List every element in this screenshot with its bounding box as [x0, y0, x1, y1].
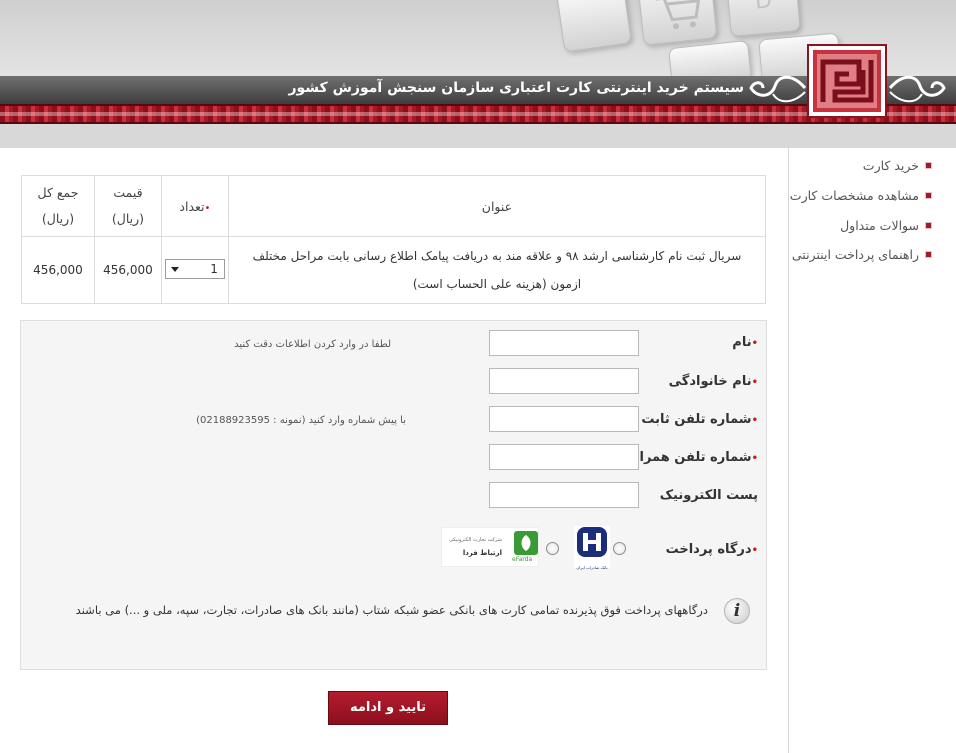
efarda-name-text: ارتباط فردا	[462, 549, 502, 557]
phone-label: •شماره تلفن ثابت	[641, 412, 758, 427]
key-letter: D	[753, 0, 774, 15]
site-title: سیستم خرید اینترنتی کارت اعتباری سازمان …	[288, 80, 744, 96]
efarda-leaf-icon	[514, 531, 538, 555]
bullet-icon	[925, 251, 932, 258]
gateway-saderat-radio[interactable]	[613, 542, 626, 555]
required-marker: •	[751, 545, 758, 556]
main-content: عنوان •تعداد قیمت (ریال) جمع کل (ریال) سری…	[0, 148, 788, 753]
required-marker: •	[751, 415, 758, 426]
sidebar-item-label: خرید کارت	[862, 158, 919, 173]
bullet-icon	[925, 192, 932, 199]
first-name-input[interactable]	[489, 330, 639, 356]
quantity-cell: 1	[160, 236, 229, 304]
bullet-icon	[925, 222, 932, 229]
price-cell: 456,000	[93, 236, 162, 304]
header-title: عنوان	[227, 175, 767, 237]
saderat-caption: بانک صادرات ایران	[576, 565, 608, 570]
email-input[interactable]	[489, 482, 639, 508]
sidebar-item-buy-card[interactable]: خرید کارت	[863, 158, 932, 173]
required-marker: •	[751, 377, 758, 388]
phone-hint: با پیش شماره وارد کنید (نمونه : 02188923…	[196, 415, 406, 426]
gateway-info-text: درگاههای پرداخت فوق پذیرنده تمامی کارت ه…	[75, 603, 708, 617]
first-name-label: •نام	[732, 335, 758, 350]
table-header-row: عنوان •تعداد قیمت (ریال) جمع کل (ریال)	[21, 175, 767, 237]
saderat-logo-icon	[577, 527, 607, 557]
confirm-continue-button[interactable]: تایید و ادامه	[328, 691, 448, 725]
sanjesh-logo-icon	[807, 44, 887, 118]
bullet-icon	[925, 162, 932, 169]
mobile-label: •شماره تلفن همراه	[631, 450, 758, 465]
first-name-hint: لطفا در وارد کردن اطلاعات دقت کنید	[234, 339, 391, 350]
quantity-select[interactable]: 1	[164, 258, 225, 279]
page-header: D سیستم خرید اینترنتی کارت اعتباری سازما…	[0, 0, 956, 148]
header-quantity: •تعداد	[160, 175, 229, 237]
phone-input[interactable]	[489, 406, 639, 432]
required-marker: •	[751, 338, 758, 349]
table-row: سریال ثبت نام کارشناسی ارشد ۹۸ و علاقه م…	[21, 236, 767, 304]
shopping-cart-icon	[655, 0, 701, 30]
sidebar: خرید کارت مشاهده مشخصات کارت سوالات متدا…	[788, 148, 956, 753]
last-name-label: •نام خانوادگی	[668, 374, 758, 389]
items-table: عنوان •تعداد قیمت (ریال) جمع کل (ریال) سری…	[21, 175, 767, 304]
chevron-down-icon	[170, 266, 179, 272]
required-marker: •	[751, 453, 758, 464]
efarda-caption: eFarda	[512, 556, 533, 563]
sidebar-item-faq[interactable]: سوالات متداول	[840, 218, 932, 233]
item-title: سریال ثبت نام کارشناسی ارشد ۹۸ و علاقه م…	[227, 236, 767, 304]
ornament-right-icon	[888, 75, 946, 103]
ornament-left-icon	[749, 75, 807, 103]
sidebar-item-view-card[interactable]: مشاهده مشخصات کارت	[790, 188, 932, 203]
sidebar-item-label: سوالات متداول	[840, 218, 919, 233]
info-icon: i	[724, 598, 750, 624]
efarda-logo: eFarda شرکت تجارت الکترونیکی ارتباط فردا	[441, 527, 539, 567]
gateway-efarda-radio[interactable]	[546, 542, 559, 555]
header-price: قیمت (ریال)	[93, 175, 162, 237]
email-label: پست الکترونیک	[659, 488, 758, 503]
required-marker: •	[204, 202, 211, 214]
mobile-input[interactable]	[489, 444, 639, 470]
sidebar-item-payment-guide[interactable]: راهنمای پرداخت اینترنتی	[792, 247, 932, 262]
header-total: جمع کل (ریال)	[21, 175, 95, 237]
header-bottom-strip	[0, 124, 956, 148]
sidebar-item-label: مشاهده مشخصات کارت	[789, 188, 919, 203]
total-cell: 456,000	[21, 236, 95, 304]
efarda-company-text: شرکت تجارت الکترونیکی	[449, 537, 502, 543]
sidebar-item-label: راهنمای پرداخت اینترنتی	[791, 247, 919, 262]
gateway-label: •درگاه پرداخت	[665, 542, 758, 557]
quantity-value: 1	[210, 261, 218, 276]
last-name-input[interactable]	[489, 368, 639, 394]
saderat-bank-logo: بانک صادرات ایران	[574, 526, 610, 570]
customer-form: •نام لطفا در وارد کردن اطلاعات دقت کنید …	[20, 320, 767, 670]
